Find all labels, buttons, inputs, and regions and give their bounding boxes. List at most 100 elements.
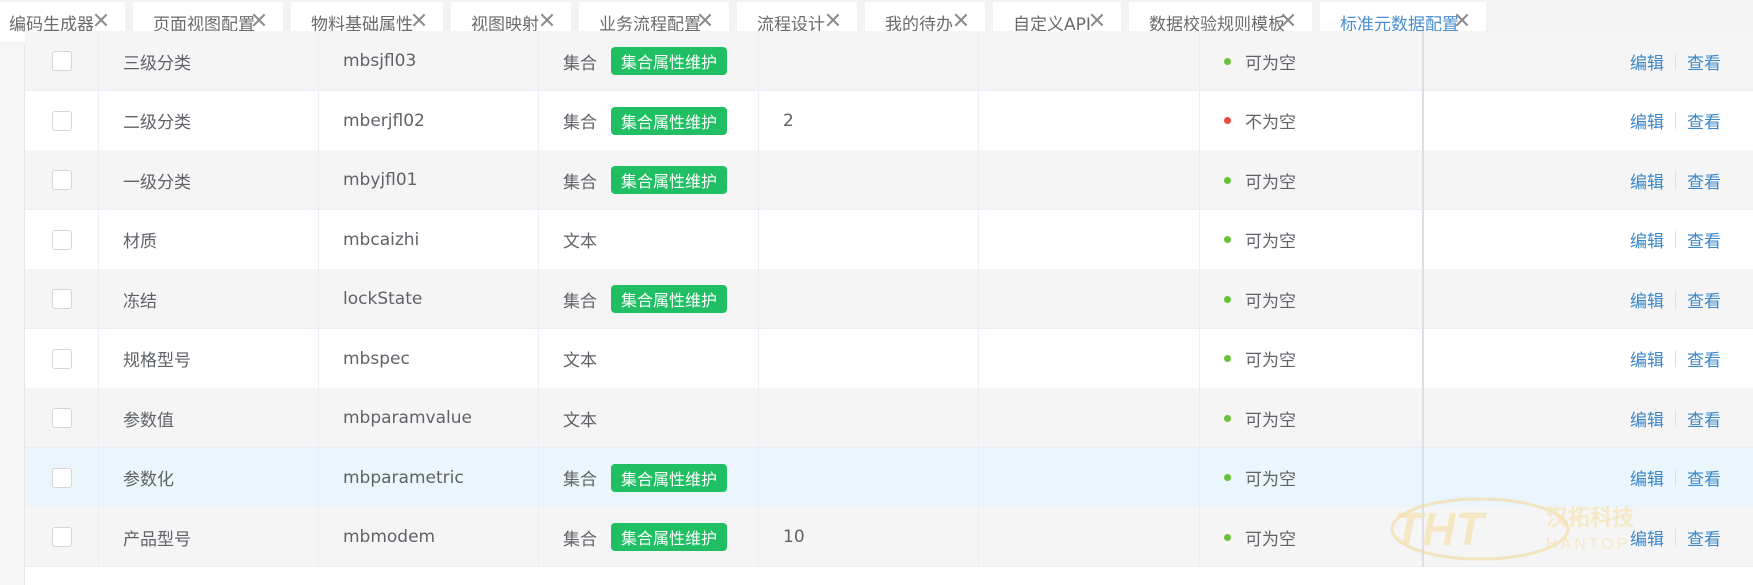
view-link[interactable]: 查看 bbox=[1687, 346, 1721, 371]
field-length-cell: 2 bbox=[759, 90, 979, 151]
field-name-cell: 产品型号 bbox=[99, 507, 319, 567]
field-blank-cell bbox=[979, 31, 1200, 91]
edit-link[interactable]: 编辑 bbox=[1630, 49, 1664, 74]
close-icon[interactable] bbox=[93, 12, 109, 28]
metadata-table-area: 三级分类 mbsjfl03 集合 集合属性维护 可为空 编辑 查看 二级分类 mberjfl02… bbox=[0, 31, 1753, 585]
close-icon[interactable] bbox=[1280, 12, 1296, 28]
table-row[interactable]: 参数化 mbparametric 集合 集合属性维护 可为空 编辑 查看 bbox=[25, 447, 1753, 508]
edit-link[interactable]: 编辑 bbox=[1630, 346, 1664, 371]
close-icon[interactable] bbox=[953, 12, 969, 28]
link-divider bbox=[1675, 469, 1676, 486]
row-checkbox[interactable] bbox=[51, 110, 72, 131]
field-blank-cell bbox=[979, 150, 1200, 210]
field-type: 文本 bbox=[563, 232, 597, 252]
close-icon[interactable] bbox=[697, 12, 713, 28]
collection-attr-maintain-button[interactable]: 集合属性维护 bbox=[611, 523, 728, 551]
operations-cell: 编辑 查看 bbox=[1424, 329, 1753, 389]
edit-link[interactable]: 编辑 bbox=[1630, 227, 1664, 252]
collection-attr-maintain-button[interactable]: 集合属性维护 bbox=[611, 285, 728, 313]
field-length-cell bbox=[759, 150, 979, 210]
nullable-status: 可为空 bbox=[1245, 351, 1296, 371]
row-checkbox[interactable] bbox=[51, 51, 72, 71]
table-row[interactable]: 产品型号 mbmodem 集合 集合属性维护 10 可为空 编辑 查看 bbox=[25, 507, 1753, 567]
field-type: 文本 bbox=[563, 410, 597, 431]
row-checkbox[interactable] bbox=[51, 527, 72, 547]
row-checkbox[interactable] bbox=[51, 229, 72, 250]
view-link[interactable]: 查看 bbox=[1687, 168, 1721, 193]
field-type-cell: 集合 集合属性维护 bbox=[539, 507, 759, 567]
nullable-cell: 可为空 bbox=[1200, 388, 1424, 448]
table-row[interactable]: 三级分类 mbsjfl03 集合 集合属性维护 可为空 编辑 查看 bbox=[25, 31, 1753, 91]
row-checkbox[interactable] bbox=[51, 170, 72, 190]
field-name: 材质 bbox=[123, 232, 157, 252]
table-row[interactable]: 二级分类 mberjfl02 集合 集合属性维护 2 不为空 编辑 查看 bbox=[25, 90, 1753, 151]
close-icon[interactable] bbox=[825, 12, 841, 28]
field-name: 产品型号 bbox=[123, 529, 191, 550]
close-icon[interactable] bbox=[539, 12, 555, 28]
table-row[interactable]: 材质 mbcaizhi 文本 可为空 编辑 查看 bbox=[25, 209, 1753, 270]
field-type-cell: 文本 bbox=[539, 328, 759, 389]
edit-link[interactable]: 编辑 bbox=[1630, 525, 1664, 550]
field-length: 2 bbox=[783, 110, 794, 131]
close-icon[interactable] bbox=[411, 12, 427, 28]
operations-cell: 编辑 查看 bbox=[1424, 448, 1753, 508]
edit-link[interactable]: 编辑 bbox=[1630, 465, 1664, 490]
view-link[interactable]: 查看 bbox=[1687, 406, 1721, 431]
edit-link[interactable]: 编辑 bbox=[1630, 168, 1664, 193]
view-link[interactable]: 查看 bbox=[1687, 465, 1721, 490]
table-row[interactable]: 规格型号 mbspec 文本 可为空 编辑 查看 bbox=[25, 328, 1753, 389]
row-select-cell bbox=[25, 150, 99, 210]
field-code-cell: mbparametric bbox=[319, 447, 539, 508]
field-type: 集合 bbox=[563, 53, 597, 74]
field-type-cell: 集合 集合属性维护 bbox=[539, 150, 759, 210]
row-checkbox[interactable] bbox=[51, 348, 72, 369]
table-row[interactable]: 冻结 lockState 集合 集合属性维护 可为空 编辑 查看 bbox=[25, 269, 1753, 329]
row-checkbox[interactable] bbox=[51, 289, 72, 309]
field-code-cell: mbcaizhi bbox=[319, 209, 539, 270]
row-checkbox[interactable] bbox=[51, 467, 72, 488]
field-type: 集合 bbox=[563, 113, 597, 133]
field-code-cell: mberjfl02 bbox=[319, 90, 539, 151]
operations-cell: 编辑 查看 bbox=[1424, 91, 1753, 151]
link-divider bbox=[1675, 52, 1676, 70]
field-code: mbsjfl03 bbox=[343, 51, 417, 71]
link-divider bbox=[1675, 112, 1676, 129]
field-length-cell: 10 bbox=[759, 507, 979, 567]
view-link[interactable]: 查看 bbox=[1687, 108, 1721, 133]
field-type-cell: 集合 集合属性维护 bbox=[539, 31, 759, 91]
table-row[interactable]: 一级分类 mbyjfl01 集合 集合属性维护 可为空 编辑 查看 bbox=[25, 150, 1753, 210]
link-divider bbox=[1675, 231, 1676, 248]
view-link[interactable]: 查看 bbox=[1687, 525, 1721, 550]
field-name-cell: 冻结 bbox=[99, 269, 319, 329]
field-name: 一级分类 bbox=[123, 172, 191, 193]
collection-attr-maintain-button[interactable]: 集合属性维护 bbox=[611, 166, 728, 194]
row-checkbox[interactable] bbox=[51, 408, 72, 428]
view-link[interactable]: 查看 bbox=[1687, 287, 1721, 312]
row-select-cell bbox=[25, 447, 99, 508]
row-select-cell bbox=[25, 269, 99, 329]
table-row[interactable]: 参数值 mbparamvalue 文本 可为空 编辑 查看 bbox=[25, 388, 1753, 448]
edit-link[interactable]: 编辑 bbox=[1630, 108, 1664, 133]
field-type: 集合 bbox=[563, 529, 597, 550]
edit-link[interactable]: 编辑 bbox=[1630, 287, 1664, 312]
close-icon[interactable] bbox=[1454, 12, 1470, 28]
field-code: mbparamvalue bbox=[343, 408, 472, 428]
view-link[interactable]: 查看 bbox=[1687, 49, 1721, 74]
field-name: 参数值 bbox=[123, 410, 174, 431]
close-icon[interactable] bbox=[1089, 12, 1105, 28]
nullable-cell: 可为空 bbox=[1200, 328, 1424, 389]
status-dot-icon bbox=[1224, 474, 1231, 481]
collection-attr-maintain-button[interactable]: 集合属性维护 bbox=[611, 47, 728, 75]
collection-attr-maintain-button[interactable]: 集合属性维护 bbox=[611, 106, 728, 135]
view-link[interactable]: 查看 bbox=[1687, 227, 1721, 252]
nullable-cell: 可为空 bbox=[1200, 209, 1424, 270]
nullable-status: 可为空 bbox=[1245, 291, 1296, 312]
collection-attr-maintain-button[interactable]: 集合属性维护 bbox=[611, 463, 728, 492]
nullable-status: 可为空 bbox=[1245, 232, 1296, 252]
field-type-cell: 集合 集合属性维护 bbox=[539, 447, 759, 508]
edit-link[interactable]: 编辑 bbox=[1630, 406, 1664, 431]
close-icon[interactable] bbox=[251, 12, 267, 28]
left-gutter bbox=[0, 44, 25, 585]
field-blank-cell bbox=[979, 209, 1200, 270]
field-length-cell bbox=[759, 209, 979, 270]
